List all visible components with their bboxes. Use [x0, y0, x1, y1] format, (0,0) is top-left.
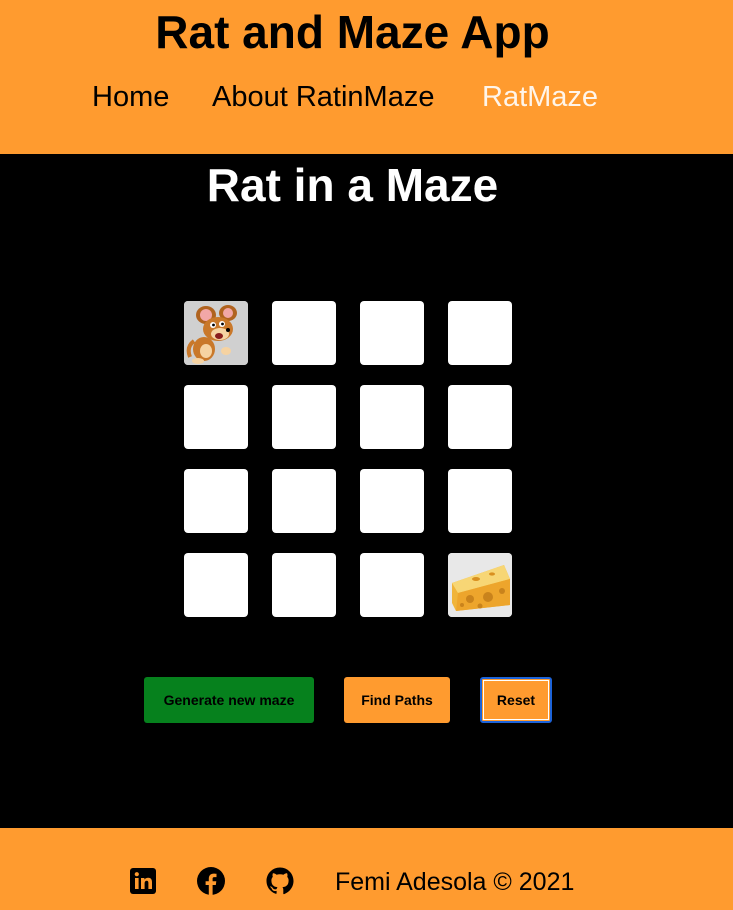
app-header: Rat and Maze App Home About RatinMaze Ra…: [0, 0, 733, 154]
maze-cell-start[interactable]: [184, 301, 248, 365]
nav-about-link[interactable]: About RatinMaze: [212, 80, 434, 114]
maze-cell[interactable]: [360, 301, 424, 365]
copyright-text: Femi Adesola © 2021: [335, 868, 575, 896]
page-title: Rat in a Maze: [206, 159, 499, 211]
github-icon[interactable]: [265, 866, 295, 896]
linkedin-icon[interactable]: [128, 866, 158, 896]
facebook-icon[interactable]: [196, 866, 226, 896]
maze-cell[interactable]: [360, 553, 424, 617]
main-nav: Home About RatinMaze RatMaze: [0, 80, 733, 116]
maze-cell[interactable]: [272, 385, 336, 449]
generate-maze-button[interactable]: Generate new maze: [144, 677, 314, 723]
maze-cell[interactable]: [184, 553, 248, 617]
maze-cell[interactable]: [272, 553, 336, 617]
nav-home-link[interactable]: Home: [92, 80, 169, 114]
maze-cell[interactable]: [360, 385, 424, 449]
maze-cell[interactable]: [448, 385, 512, 449]
nav-ratmaze-link[interactable]: RatMaze: [482, 80, 598, 114]
maze-cell[interactable]: [184, 469, 248, 533]
app-title: Rat and Maze App: [155, 6, 550, 58]
maze-cell[interactable]: [184, 385, 248, 449]
find-paths-button[interactable]: Find Paths: [344, 677, 450, 723]
maze-cell[interactable]: [272, 469, 336, 533]
maze-cell[interactable]: [448, 301, 512, 365]
maze-cell[interactable]: [448, 469, 512, 533]
rat-icon: [184, 301, 248, 365]
maze-cell[interactable]: [360, 469, 424, 533]
app-footer: Femi Adesola © 2021: [0, 828, 733, 910]
reset-button[interactable]: Reset: [480, 677, 552, 723]
maze-grid: [184, 301, 514, 619]
maze-cell[interactable]: [272, 301, 336, 365]
cheese-icon: [448, 553, 512, 617]
maze-cell-goal[interactable]: [448, 553, 512, 617]
